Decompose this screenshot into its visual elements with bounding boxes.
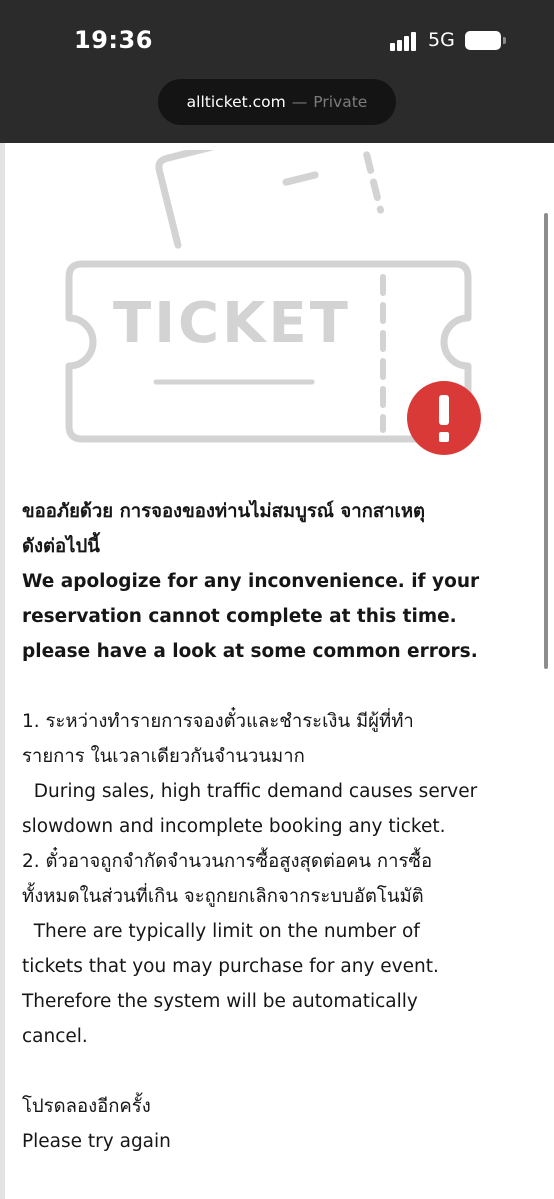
error-message: ขออภัยด้วย การจองของท่านไม่สมบูรณ์ จากสา… <box>22 494 537 1159</box>
error-2-en-line-2: tickets that you may purchase for any ev… <box>22 956 439 977</box>
status-time: 19:36 <box>74 26 153 54</box>
error-1-en-line-1: During sales, high traffic demand causes… <box>22 781 478 802</box>
retry-th: โปรดลองอีกครั้ง <box>22 1096 151 1117</box>
error-2-en-line-3: Therefore the system will be automatical… <box>22 991 418 1012</box>
exclamation-icon <box>407 381 481 455</box>
address-domain: allticket.com <box>186 93 286 111</box>
heading-en-line-3: please have a look at some common errors… <box>22 641 478 662</box>
private-mode-label: Private <box>313 93 368 111</box>
signal-bars-icon <box>390 31 420 51</box>
error-1-en-line-2: slowdown and incomplete booking any tick… <box>22 816 446 837</box>
error-2-th-line-2: ทั้งหมดในส่วนที่เกิน จะถูกยกเลิกจากระบบอ… <box>22 886 424 907</box>
error-2-en-line-1: There are typically limit on the number … <box>22 921 420 942</box>
page-left-edge <box>0 143 5 1199</box>
error-2-en-line-4: cancel. <box>22 1026 88 1047</box>
network-type: 5G <box>428 29 455 51</box>
back-ticket-icon <box>155 150 472 249</box>
error-1-th-line-1: 1. ระหว่างทำรายการจองตั๋วและชำระเงิน มีผ… <box>22 711 414 732</box>
address-bar[interactable]: allticket.com — Private <box>158 79 396 125</box>
ticket-label: TICKET <box>113 291 351 356</box>
error-1-th-line-2: รายการ ในเวลาเดียวกันจำนวนมาก <box>22 746 305 767</box>
battery-tip <box>503 37 506 44</box>
status-bar: 19:36 5G allticket.com — Private <box>0 0 554 143</box>
heading-en-line-2: reservation cannot complete at this time… <box>22 606 457 627</box>
heading-th-line-2: ดังต่อไปนี้ <box>22 536 100 557</box>
scrollbar[interactable] <box>544 213 548 669</box>
retry-en: Please try again <box>22 1131 171 1152</box>
heading-en-line-1: We apologize for any inconvenience. if y… <box>22 571 480 592</box>
heading-th-line-1: ขออภัยด้วย การจองของท่านไม่สมบูรณ์ จากสา… <box>22 501 426 522</box>
address-separator: — <box>291 93 308 111</box>
ticket-illustration: TICKET <box>65 150 481 455</box>
error-2-th-line-1: 2. ตั๋วอาจถูกจำกัดจำนวนการซื้อสูงสุดต่อค… <box>22 851 433 872</box>
battery-icon <box>465 31 501 50</box>
